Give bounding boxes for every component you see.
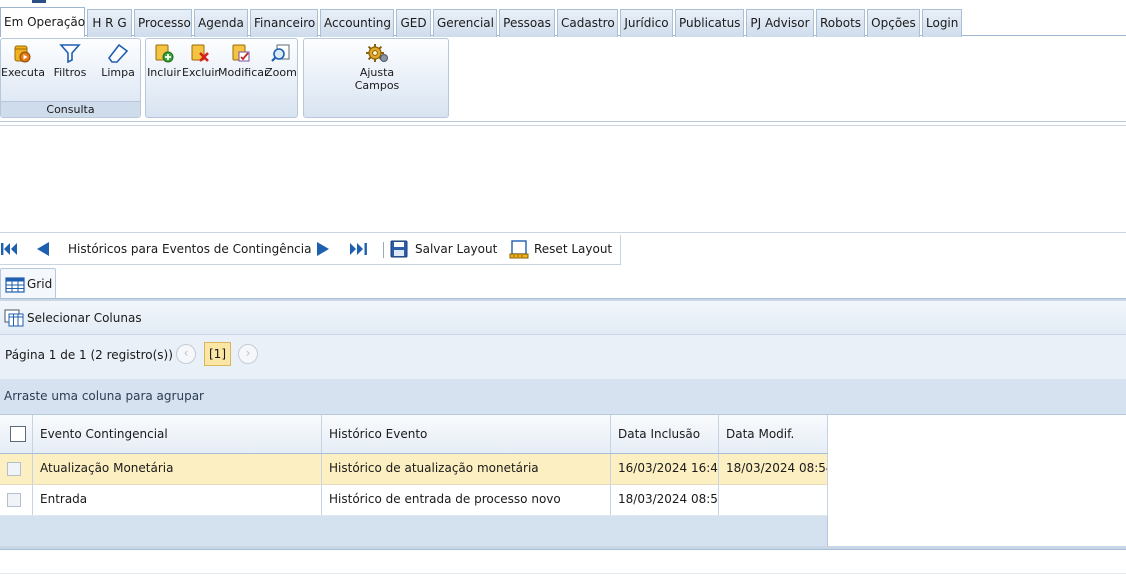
reset-layout-label: Reset Layout bbox=[534, 242, 613, 256]
delete-icon bbox=[191, 44, 209, 62]
table-row[interactable]: Entrada Histórico de entrada de processo… bbox=[0, 485, 828, 516]
excluir-label: Excluir bbox=[182, 66, 219, 79]
tab-em-operacao[interactable]: Em Operação bbox=[0, 7, 85, 37]
group-by-hint: Arraste uma coluna para agrupar bbox=[4, 389, 204, 403]
reset-layout-icon bbox=[509, 240, 529, 259]
nav-separator bbox=[383, 242, 384, 258]
row-select-cell bbox=[0, 454, 33, 484]
grid-tab-label: Grid bbox=[27, 277, 53, 291]
tab-ged[interactable]: GED bbox=[396, 9, 431, 37]
ribbon-group-campos: Ajusta Campos bbox=[303, 38, 449, 118]
tab-accounting[interactable]: Accounting bbox=[320, 9, 394, 37]
table-header-row: Evento Contingencial Histórico Evento Da… bbox=[0, 415, 828, 454]
modificar-button[interactable]: Modificar bbox=[218, 41, 269, 79]
filtros-button[interactable]: Filtros bbox=[49, 41, 91, 79]
tab-gerencial[interactable]: Gerencial bbox=[433, 9, 497, 37]
last-record-icon[interactable] bbox=[348, 242, 368, 256]
tab-opcoes[interactable]: Opções bbox=[867, 9, 920, 37]
cell-historico: Histórico de entrada de processo novo bbox=[322, 485, 611, 515]
row-checkbox[interactable] bbox=[7, 493, 21, 507]
nav-title: Históricos para Eventos de Contingência bbox=[68, 242, 312, 256]
save-icon bbox=[390, 240, 408, 258]
select-all-checkbox[interactable] bbox=[10, 426, 26, 442]
zoom-icon bbox=[271, 44, 290, 62]
tab-hrg[interactable]: H R G bbox=[87, 9, 132, 37]
tab-pessoas[interactable]: Pessoas bbox=[499, 9, 555, 37]
consulta-caption: Consulta bbox=[1, 101, 140, 117]
pager-prev-button[interactable]: ‹ bbox=[176, 344, 196, 364]
ribbon-group-consulta: Executa Filtros Limpa Consulta bbox=[0, 38, 141, 118]
zoom-button[interactable]: Zoom bbox=[265, 41, 297, 79]
tab-juridico[interactable]: Jurídico bbox=[620, 9, 673, 37]
cell-data-inclusao: 18/03/2024 08:55 bbox=[611, 485, 719, 515]
record-nav-toolbar: Históricos para Eventos de Contingência … bbox=[0, 235, 621, 265]
zoom-label: Zoom bbox=[265, 66, 297, 79]
ribbon-group-edicao: Incluir Excluir Modificar Zoom bbox=[145, 38, 298, 118]
cell-evento: Entrada bbox=[33, 485, 322, 515]
tab-pj-advisor[interactable]: PJ Advisor bbox=[746, 9, 814, 37]
pager-info: Página 1 de 1 (2 registro(s)) bbox=[5, 348, 173, 362]
eraser-icon bbox=[107, 43, 129, 63]
header-select-all-cell bbox=[0, 415, 33, 453]
execute-icon bbox=[14, 45, 31, 63]
tab-publicatus[interactable]: Publicatus bbox=[675, 9, 744, 37]
ajusta-campos-button[interactable]: Ajusta Campos bbox=[342, 41, 412, 92]
pager-next-button[interactable]: › bbox=[238, 344, 258, 364]
group-by-drop-zone[interactable]: Arraste uma coluna para agrupar bbox=[0, 379, 1126, 415]
modificar-label: Modificar bbox=[218, 66, 269, 79]
ajusta-label: Ajusta bbox=[359, 66, 395, 79]
cell-data-modif: 18/03/2024 08:54 bbox=[719, 454, 828, 484]
gear-icon bbox=[366, 44, 388, 62]
campos-label: Campos bbox=[354, 79, 400, 92]
pager-current-page[interactable]: [1] bbox=[204, 342, 231, 366]
executa-label: Executa bbox=[1, 66, 45, 79]
excluir-button[interactable]: Excluir bbox=[182, 41, 219, 79]
incluir-button[interactable]: Incluir bbox=[146, 41, 182, 79]
cell-data-modif bbox=[719, 485, 828, 515]
data-grid: Evento Contingencial Histórico Evento Da… bbox=[0, 415, 828, 546]
grid-icon bbox=[5, 277, 25, 293]
column-header-data-modif[interactable]: Data Modif. bbox=[719, 415, 828, 453]
executa-button[interactable]: Executa bbox=[1, 41, 45, 79]
column-header-historico[interactable]: Histórico Evento bbox=[322, 415, 611, 453]
select-columns-label: Selecionar Colunas bbox=[27, 311, 142, 325]
tab-grid[interactable]: Grid bbox=[0, 268, 56, 299]
app-logo-fragment bbox=[32, 0, 46, 3]
cell-historico: Histórico de atualização monetária bbox=[322, 454, 611, 484]
save-layout-label: Salvar Layout bbox=[415, 242, 498, 256]
incluir-label: Incluir bbox=[147, 66, 181, 79]
page-bottom-divider bbox=[0, 573, 1126, 574]
add-icon bbox=[155, 44, 174, 63]
tab-agenda[interactable]: Agenda bbox=[194, 9, 248, 37]
filter-icon bbox=[59, 44, 81, 63]
column-header-data-inclusao[interactable]: Data Inclusão bbox=[611, 415, 719, 453]
row-checkbox[interactable] bbox=[7, 462, 21, 476]
cell-data-inclusao: 16/03/2024 16:40 bbox=[611, 454, 719, 484]
edit-icon bbox=[232, 44, 250, 62]
row-select-cell bbox=[0, 485, 33, 515]
column-header-evento[interactable]: Evento Contingencial bbox=[33, 415, 322, 453]
tab-cadastro[interactable]: Cadastro bbox=[557, 9, 618, 37]
content-divider bbox=[0, 232, 1126, 233]
tab-login[interactable]: Login bbox=[922, 9, 962, 37]
table-row[interactable]: Atualização Monetária Histórico de atual… bbox=[0, 454, 828, 485]
pager-bar: Página 1 de 1 (2 registro(s)) ‹ [1] › bbox=[0, 335, 1126, 379]
tab-processo[interactable]: Processo bbox=[134, 9, 192, 37]
cell-evento: Atualização Monetária bbox=[33, 454, 322, 484]
columns-icon bbox=[4, 309, 24, 327]
next-record-icon[interactable] bbox=[315, 241, 331, 257]
limpa-label: Limpa bbox=[101, 66, 135, 79]
ribbon-divider-top bbox=[0, 121, 1126, 122]
previous-record-icon[interactable] bbox=[35, 241, 51, 257]
limpa-button[interactable]: Limpa bbox=[97, 41, 139, 79]
main-menu-bar: Em Operação H R G Processo Agenda Financ… bbox=[0, 6, 1126, 37]
tab-robots[interactable]: Robots bbox=[816, 9, 865, 37]
grid-panel-bottom-border bbox=[0, 546, 1126, 550]
tab-financeiro[interactable]: Financeiro bbox=[250, 9, 318, 37]
ribbon-divider-bottom bbox=[0, 125, 1126, 126]
select-columns-button[interactable]: Selecionar Colunas bbox=[0, 301, 1126, 335]
filtros-label: Filtros bbox=[53, 66, 87, 79]
first-record-icon[interactable] bbox=[0, 242, 20, 256]
